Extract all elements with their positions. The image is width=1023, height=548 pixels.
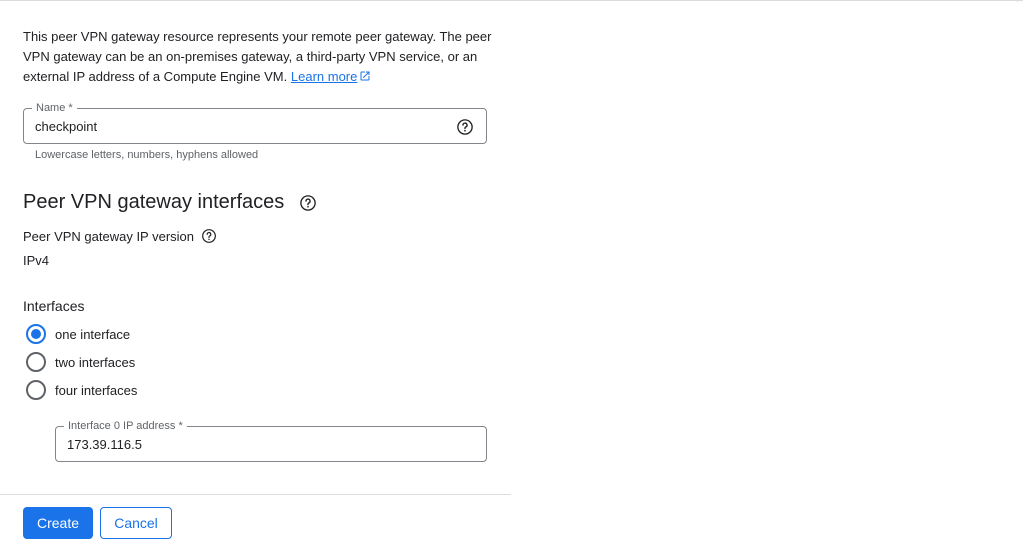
name-field-value[interactable]: checkpoint <box>35 119 97 134</box>
interface-ip-field[interactable]: Interface 0 IP address * 173.39.116.5 <box>55 419 487 462</box>
name-field-hint: Lowercase letters, numbers, hyphens allo… <box>35 149 259 161</box>
actions-divider <box>0 494 511 495</box>
external-link-icon <box>360 71 370 81</box>
radio-label: four interfaces <box>55 382 138 398</box>
name-field-label: Name * <box>32 101 77 115</box>
create-button[interactable]: Create <box>23 507 93 539</box>
learn-more-link[interactable]: Learn more <box>291 69 371 84</box>
radio-unchecked-icon[interactable] <box>26 352 46 372</box>
radio-four-interfaces[interactable]: four interfaces <box>26 380 137 400</box>
interface-ip-label: Interface 0 IP address * <box>64 419 187 433</box>
radio-label: one interface <box>55 326 131 342</box>
ip-version-value: IPv4 <box>23 253 50 268</box>
section-title-text: Peer VPN gateway interfaces <box>23 191 285 213</box>
interfaces-label: Interfaces <box>23 298 85 314</box>
help-icon[interactable] <box>299 194 317 212</box>
name-field[interactable]: Name * checkpoint <box>23 101 487 144</box>
intro-text: This peer VPN gateway resource represent… <box>23 27 493 87</box>
radio-unchecked-icon[interactable] <box>26 380 46 400</box>
radio-one-interface[interactable]: one interface <box>26 324 130 344</box>
interface-ip-value[interactable]: 173.39.116.5 <box>67 437 142 452</box>
radio-checked-icon[interactable] <box>26 324 46 344</box>
intro-paragraph: This peer VPN gateway resource represent… <box>23 29 492 84</box>
top-border <box>0 0 1023 1</box>
radio-label: two interfaces <box>55 354 136 370</box>
ip-version-heading: Peer VPN gateway IP version <box>23 228 217 244</box>
radio-two-interfaces[interactable]: two interfaces <box>26 352 135 372</box>
learn-more-label: Learn more <box>290 69 358 84</box>
section-title: Peer VPN gateway interfaces <box>23 191 317 214</box>
right-edge <box>1017 0 1018 2</box>
ip-version-label: Peer VPN gateway IP version <box>23 228 195 244</box>
help-icon[interactable] <box>201 228 217 244</box>
help-icon[interactable] <box>456 118 474 136</box>
cancel-button[interactable]: Cancel <box>100 507 172 539</box>
